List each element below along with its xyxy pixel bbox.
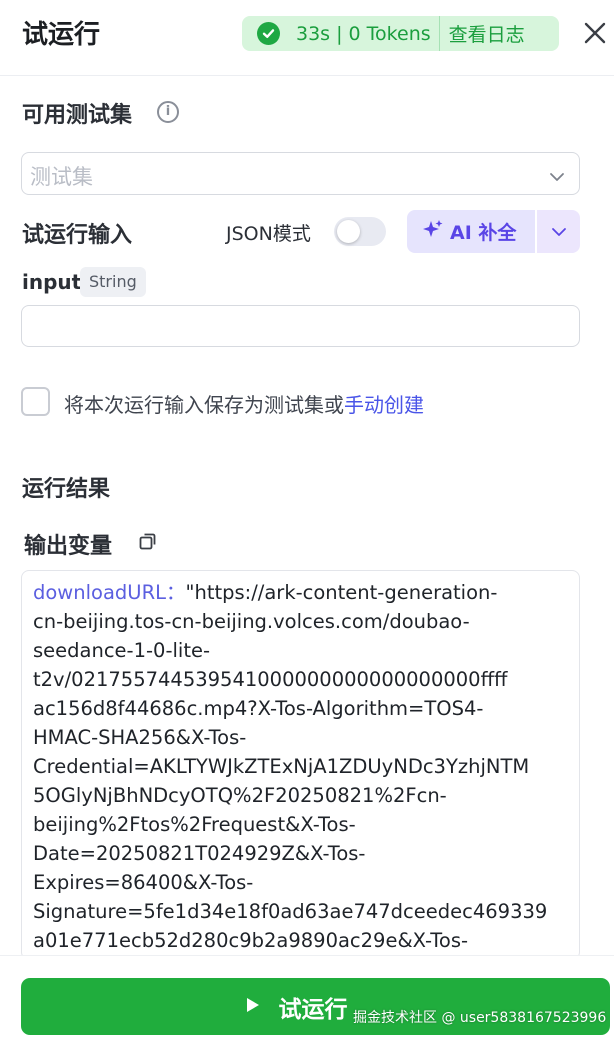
output-key: downloadURL：	[33, 581, 186, 604]
run-button-label: 试运行	[278, 996, 348, 1023]
output-box: downloadURL："https://ark-content-generat…	[21, 570, 580, 960]
testset-label: 可用测试集	[22, 103, 133, 128]
ai-complete-button[interactable]: AI 补全	[407, 210, 535, 253]
panel-header: 试运行 33s | 0 Tokens 查看日志	[0, 0, 614, 76]
copy-icon[interactable]	[138, 531, 158, 555]
output-line: a01e771ecb52d280c9b2a9890ac29e&X-Tos-	[33, 929, 469, 952]
output-line: beijing%2Ftos%2Frequest&X-Tos-	[33, 813, 356, 836]
output-line: t2v/021755744539541000000000000000000fff…	[33, 668, 508, 691]
output-line: HMAC-SHA256&X-Tos-	[33, 726, 247, 749]
output-line: ac156d8f44686c.mp4?X-Tos-Algorithm=TOS4-	[33, 697, 484, 720]
watermark: 掘金技术社区 @ user5838167523996	[353, 1010, 607, 1026]
save-testset-checkbox[interactable]	[21, 387, 50, 416]
run-status-text: 33s | 0 Tokens	[296, 22, 431, 45]
save-testset-text: 将本次运行输入保存为测试集或手动创建	[64, 389, 424, 418]
chevron-down-icon	[551, 227, 566, 236]
run-input-label: 试运行输入	[22, 223, 133, 248]
output-line: Signature=5fe1d34e18f0ad63ae747dceedec46…	[33, 900, 548, 923]
output-line: cn-beijing.tos-cn-beijing.volces.com/dou…	[33, 610, 470, 633]
output-line: 5OGlyNjBhNDcyOTQ%2F20250821%2Fcn-	[33, 784, 447, 807]
ai-complete-label: AI 补全	[450, 222, 517, 244]
pill-divider	[438, 16, 440, 51]
output-line: Credential=AKLTYWJkZTExNjA1ZDUyNDc3YzhjN…	[33, 755, 530, 778]
output-vars-label: 输出变量	[24, 534, 113, 559]
toggle-knob	[337, 220, 360, 243]
output-line: seedance-1-0-lite-	[33, 639, 210, 662]
output-line: "https://ark-content-generation-	[185, 581, 498, 604]
manual-create-link[interactable]: 手动创建	[344, 393, 424, 417]
close-icon[interactable]	[580, 18, 610, 48]
testset-select[interactable]: 测试集	[21, 152, 580, 195]
type-tag: String	[80, 267, 146, 297]
json-mode-toggle[interactable]	[334, 217, 386, 246]
testset-placeholder: 测试集	[30, 165, 93, 189]
play-icon	[246, 997, 260, 1017]
sparkle-icon	[422, 219, 444, 245]
input-value-field[interactable]	[21, 305, 580, 347]
run-status-pill: 33s | 0 Tokens 查看日志	[242, 16, 559, 51]
chevron-down-icon	[549, 167, 565, 186]
output-line: Date=20250821T024929Z&X-Tos-	[33, 842, 366, 865]
info-icon[interactable]: i	[157, 101, 179, 123]
ai-options-dropdown[interactable]	[537, 210, 580, 253]
input-field-name: input	[22, 270, 82, 294]
json-mode-label: JSON模式	[226, 223, 311, 245]
panel-title: 试运行	[22, 20, 101, 50]
save-testset-label: 将本次运行输入保存为测试集或	[64, 393, 344, 417]
output-line: Expires=86400&X-Tos-	[33, 871, 254, 894]
check-circle-icon	[257, 22, 280, 45]
view-log-button[interactable]: 查看日志	[449, 20, 525, 47]
run-results-label: 运行结果	[22, 477, 111, 502]
output-text: downloadURL："https://ark-content-generat…	[33, 578, 568, 955]
